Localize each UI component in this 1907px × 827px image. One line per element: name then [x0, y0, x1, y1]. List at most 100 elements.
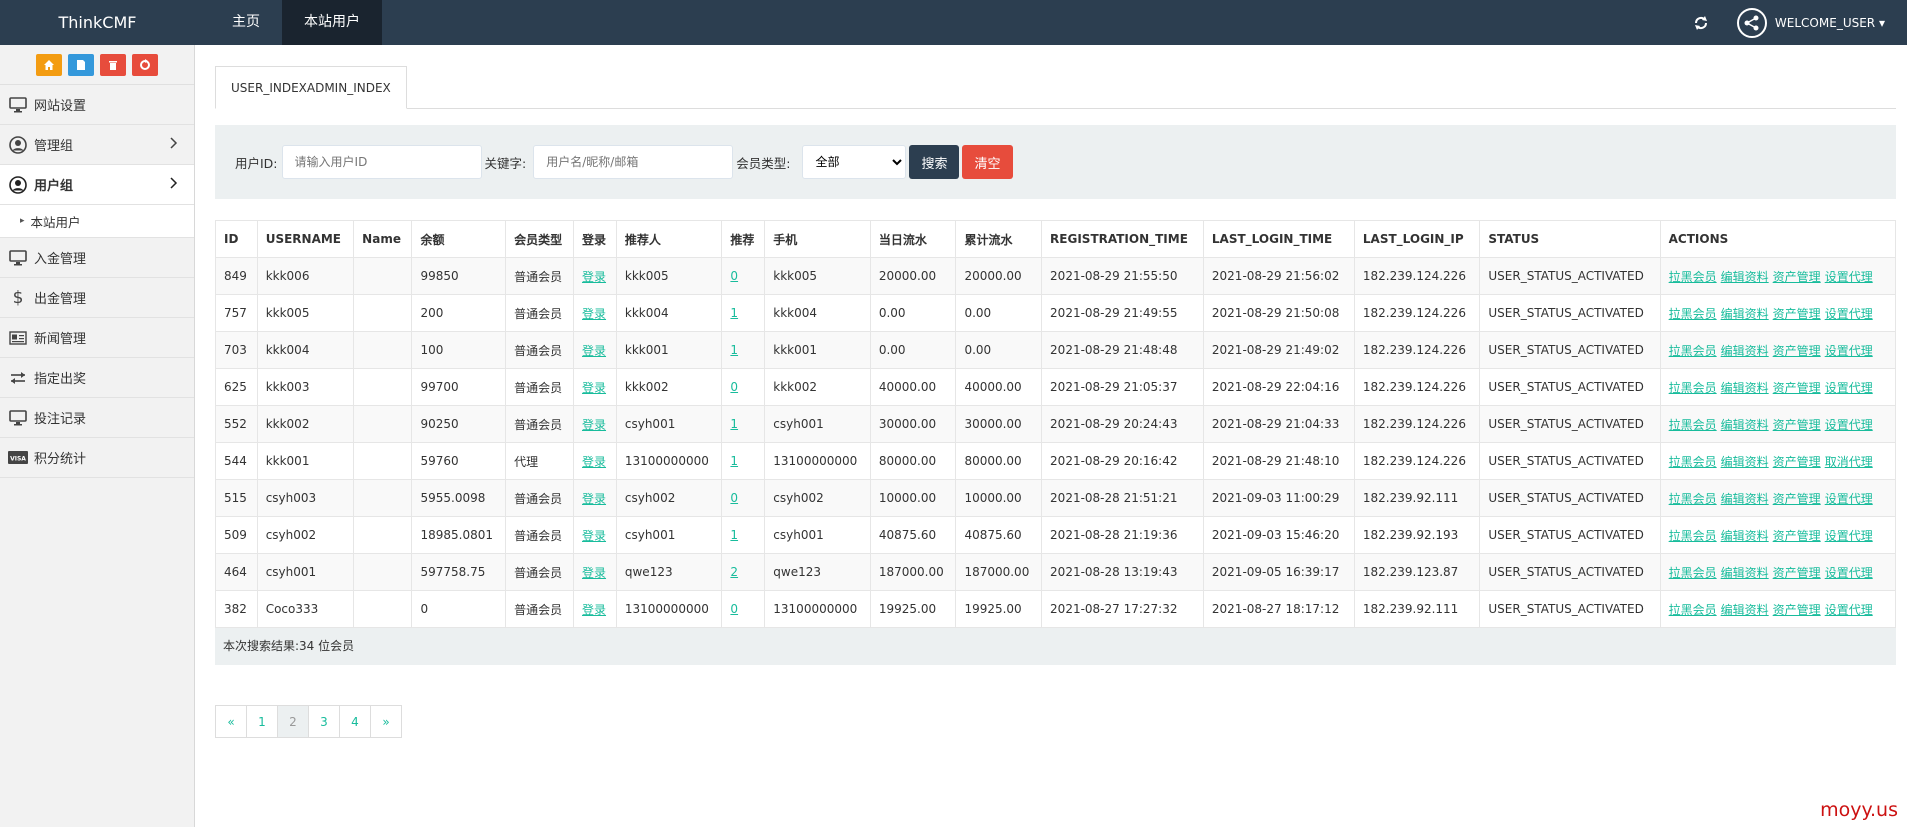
blacklist-member-link[interactable]: 拉黑会员 — [1669, 455, 1717, 469]
tab-user-index[interactable]: USER_INDEXADMIN_INDEX — [215, 66, 407, 109]
edit-profile-link[interactable]: 编辑资料 — [1721, 455, 1769, 469]
search-button[interactable]: 搜索 — [909, 145, 960, 179]
asset-management-link[interactable]: 资产管理 — [1773, 418, 1821, 432]
login-link[interactable]: 登录 — [582, 307, 606, 321]
home-shortcut-button[interactable] — [36, 53, 62, 76]
page-3[interactable]: 3 — [308, 705, 340, 738]
referral-count-link[interactable]: 1 — [730, 528, 738, 542]
asset-management-link[interactable]: 资产管理 — [1773, 566, 1821, 580]
asset-management-link[interactable]: 资产管理 — [1773, 603, 1821, 617]
agent-toggle-link[interactable]: 设置代理 — [1825, 418, 1873, 432]
edit-profile-link[interactable]: 编辑资料 — [1721, 566, 1769, 580]
login-link[interactable]: 登录 — [582, 455, 606, 469]
sidebar-subitem-site-users[interactable]: ▸ 本站用户 — [0, 205, 194, 238]
agent-toggle-link[interactable]: 设置代理 — [1825, 529, 1873, 543]
share-avatar-icon[interactable] — [1736, 7, 1767, 38]
referral-count-link[interactable]: 1 — [730, 417, 738, 431]
edit-profile-link[interactable]: 编辑资料 — [1721, 307, 1769, 321]
blacklist-member-link[interactable]: 拉黑会员 — [1669, 603, 1717, 617]
sidebar-item-news[interactable]: 新闻管理 — [0, 318, 194, 358]
cell-referrer: csyh001 — [615, 516, 723, 554]
agent-toggle-link[interactable]: 设置代理 — [1825, 307, 1873, 321]
blacklist-member-link[interactable]: 拉黑会员 — [1669, 270, 1717, 284]
asset-management-link[interactable]: 资产管理 — [1773, 344, 1821, 358]
cell-id: 757 — [215, 294, 258, 332]
sidebar-item-assign-prize[interactable]: 指定出奖 — [0, 358, 194, 398]
blacklist-member-link[interactable]: 拉黑会员 — [1669, 529, 1717, 543]
login-link[interactable]: 登录 — [582, 566, 606, 580]
user-id-input[interactable] — [281, 145, 482, 179]
sidebar-item-site-settings[interactable]: 网站设置 — [0, 85, 194, 125]
nav-site-users[interactable]: 本站用户 — [282, 0, 382, 45]
referral-count-link[interactable]: 0 — [730, 491, 738, 505]
recycle-shortcut-button[interactable] — [132, 53, 158, 76]
edit-profile-link[interactable]: 编辑资料 — [1721, 492, 1769, 506]
page-next[interactable]: » — [370, 705, 402, 738]
asset-management-link[interactable]: 资产管理 — [1773, 381, 1821, 395]
asset-management-link[interactable]: 资产管理 — [1773, 455, 1821, 469]
login-link[interactable]: 登录 — [582, 344, 606, 358]
asset-management-link[interactable]: 资产管理 — [1773, 270, 1821, 284]
referral-count-link[interactable]: 1 — [730, 306, 738, 320]
blacklist-member-link[interactable]: 拉黑会员 — [1669, 566, 1717, 580]
page-1[interactable]: 1 — [246, 705, 278, 738]
sidebar-item-bet-records[interactable]: 投注记录 — [0, 398, 194, 438]
login-link[interactable]: 登录 — [582, 492, 606, 506]
login-link[interactable]: 登录 — [582, 270, 606, 284]
edit-profile-link[interactable]: 编辑资料 — [1721, 603, 1769, 617]
cell-actions: 拉黑会员 编辑资料 资产管理 设置代理 — [1659, 405, 1897, 443]
user-menu-dropdown[interactable]: WELCOME_USER ▾ — [1775, 16, 1885, 30]
blacklist-member-link[interactable]: 拉黑会员 — [1669, 418, 1717, 432]
blacklist-member-link[interactable]: 拉黑会员 — [1669, 381, 1717, 395]
sidebar-item-admin-group[interactable]: 管理组 — [0, 125, 194, 165]
referral-count-link[interactable]: 0 — [730, 269, 738, 283]
agent-toggle-link[interactable]: 设置代理 — [1825, 566, 1873, 580]
cell-status: USER_STATUS_ACTIVATED — [1479, 553, 1661, 591]
trash-shortcut-button[interactable] — [100, 53, 126, 76]
referral-count-link[interactable]: 0 — [730, 380, 738, 394]
monitor-icon — [8, 95, 28, 115]
agent-toggle-link[interactable]: 设置代理 — [1825, 603, 1873, 617]
asset-management-link[interactable]: 资产管理 — [1773, 307, 1821, 321]
login-link-cell: 登录 — [573, 405, 617, 443]
agent-toggle-link[interactable]: 设置代理 — [1825, 492, 1873, 506]
login-link[interactable]: 登录 — [582, 381, 606, 395]
page-prev[interactable]: « — [215, 705, 247, 738]
sidebar-item-user-group[interactable]: 用户组 — [0, 165, 194, 205]
referral-count-link[interactable]: 1 — [730, 343, 738, 357]
login-link[interactable]: 登录 — [582, 529, 606, 543]
brand-logo[interactable]: ThinkCMF — [0, 0, 195, 45]
asset-management-link[interactable]: 资产管理 — [1773, 529, 1821, 543]
nav-home[interactable]: 主页 — [210, 0, 282, 45]
referral-count-link[interactable]: 2 — [730, 565, 738, 579]
edit-profile-link[interactable]: 编辑资料 — [1721, 418, 1769, 432]
sidebar-item-points-stats[interactable]: VISA 积分统计 — [0, 438, 194, 478]
edit-profile-link[interactable]: 编辑资料 — [1721, 270, 1769, 284]
edit-profile-link[interactable]: 编辑资料 — [1721, 381, 1769, 395]
referral-count-link-cell: 1 — [721, 331, 766, 369]
page-4[interactable]: 4 — [339, 705, 371, 738]
agent-toggle-link[interactable]: 取消代理 — [1825, 455, 1873, 469]
sidebar-item-deposit[interactable]: 入金管理 — [0, 238, 194, 278]
refresh-icon[interactable] — [1691, 13, 1711, 33]
login-link[interactable]: 登录 — [582, 418, 606, 432]
blacklist-member-link[interactable]: 拉黑会员 — [1669, 307, 1717, 321]
agent-toggle-link[interactable]: 设置代理 — [1825, 270, 1873, 284]
edit-profile-link[interactable]: 编辑资料 — [1721, 344, 1769, 358]
blacklist-member-link[interactable]: 拉黑会员 — [1669, 344, 1717, 358]
blacklist-member-link[interactable]: 拉黑会员 — [1669, 492, 1717, 506]
file-shortcut-button[interactable] — [68, 53, 94, 76]
cell-name — [353, 479, 413, 517]
col-header: USERNAME — [256, 220, 355, 258]
clear-button[interactable]: 清空 — [962, 145, 1013, 179]
agent-toggle-link[interactable]: 设置代理 — [1825, 381, 1873, 395]
member-type-select[interactable]: 全部 — [802, 145, 907, 179]
referral-count-link[interactable]: 0 — [730, 602, 738, 616]
asset-management-link[interactable]: 资产管理 — [1773, 492, 1821, 506]
login-link[interactable]: 登录 — [582, 603, 606, 617]
edit-profile-link[interactable]: 编辑资料 — [1721, 529, 1769, 543]
referral-count-link[interactable]: 1 — [730, 454, 738, 468]
keyword-input[interactable] — [533, 145, 734, 179]
sidebar-item-withdrawal[interactable]: $ 出金管理 — [0, 278, 194, 318]
agent-toggle-link[interactable]: 设置代理 — [1825, 344, 1873, 358]
